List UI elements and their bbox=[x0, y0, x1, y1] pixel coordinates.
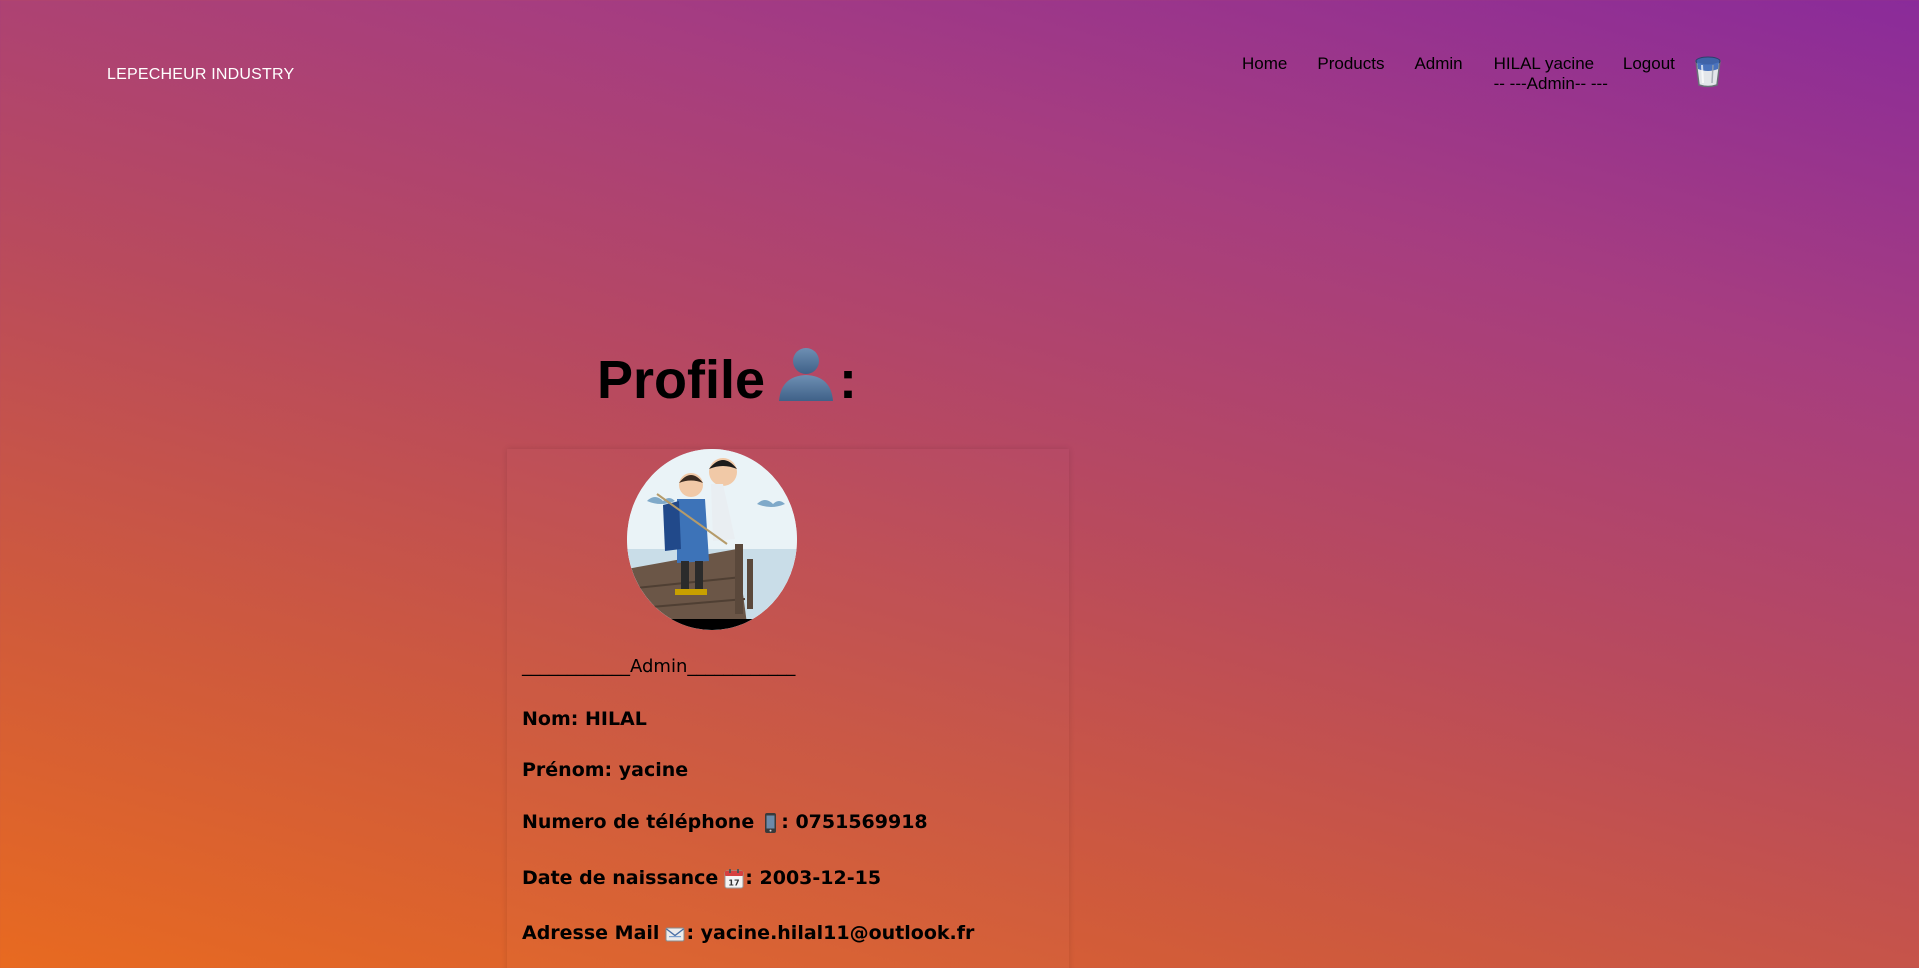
page-title: Profile : bbox=[597, 344, 857, 415]
profile-card: ____________Admin____________ Nom: HILAL… bbox=[507, 449, 1069, 968]
mobile-phone-icon bbox=[754, 811, 781, 834]
profile-birth-row: Date de naissance 17 : 2003-12-15 bbox=[522, 867, 881, 890]
svg-text:17: 17 bbox=[729, 878, 740, 887]
profile-avatar bbox=[627, 449, 797, 630]
nom-value: HILAL bbox=[584, 708, 647, 730]
profile-mail-row: Adresse Mail : yacine.hilal11@outlook.fr bbox=[522, 922, 974, 945]
birth-value: 2003-12-15 bbox=[759, 867, 882, 890]
nav-user-info: HILAL yacine -- ---Admin-- --- bbox=[1494, 54, 1608, 94]
page-title-text: Profile bbox=[597, 349, 766, 410]
brand-logo-link[interactable]: LEPECHEUR INDUSTRY bbox=[107, 66, 294, 84]
profile-nom-row: Nom: HILAL bbox=[522, 708, 647, 730]
mail-label: Adresse Mail bbox=[522, 922, 660, 945]
person-silhouette-icon bbox=[765, 344, 839, 415]
calendar-icon: 17 bbox=[718, 867, 745, 890]
birth-label: Date de naissance bbox=[522, 867, 719, 890]
prenom-label: Prénom: bbox=[522, 759, 613, 781]
profile-role-line: ____________Admin____________ bbox=[522, 656, 796, 677]
bucket-icon[interactable] bbox=[1691, 54, 1725, 93]
prenom-value: yacine bbox=[618, 759, 689, 781]
phone-label: Numero de téléphone bbox=[522, 811, 755, 834]
main-nav: Home Products Admin HILAL yacine -- ---A… bbox=[1242, 54, 1725, 94]
nom-label: Nom: bbox=[522, 708, 579, 730]
nav-home-link[interactable]: Home bbox=[1242, 54, 1287, 74]
phone-value: 0751569918 bbox=[795, 811, 928, 834]
nav-admin-link[interactable]: Admin bbox=[1414, 54, 1462, 74]
nav-user-role: -- ---Admin-- --- bbox=[1493, 74, 1608, 93]
birth-sep: : bbox=[745, 867, 753, 890]
mail-sep: : bbox=[686, 922, 695, 945]
profile-phone-row: Numero de téléphone : 0751569918 bbox=[522, 811, 928, 834]
profile-prenom-row: Prénom: yacine bbox=[522, 759, 688, 781]
page-title-suffix: : bbox=[839, 349, 858, 410]
nav-logout-link[interactable]: Logout bbox=[1623, 54, 1675, 74]
nav-user-name-link[interactable]: HILAL yacine bbox=[1494, 54, 1608, 74]
nav-products-link[interactable]: Products bbox=[1317, 54, 1384, 74]
envelope-icon bbox=[659, 922, 686, 945]
phone-sep: : bbox=[781, 811, 789, 834]
mail-value: yacine.hilal11@outlook.fr bbox=[700, 922, 975, 945]
